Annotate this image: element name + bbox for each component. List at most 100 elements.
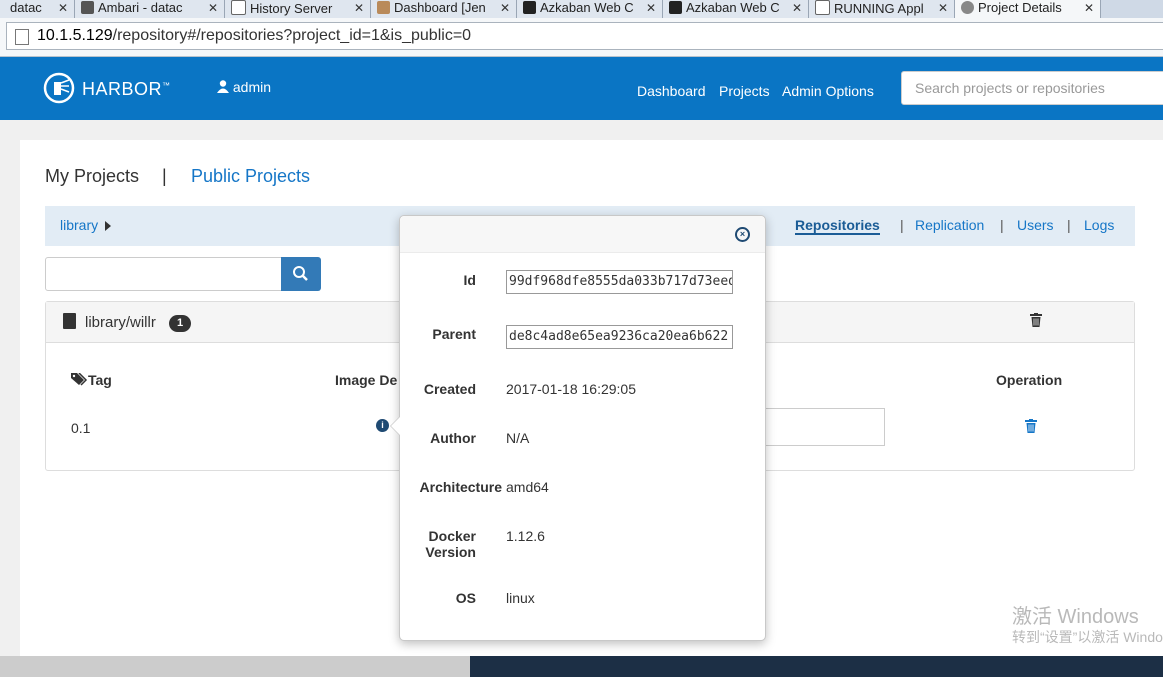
- harbor-navbar: HARBOR™ admin Dashboard Projects Admin O…: [0, 57, 1163, 120]
- column-tag: Tag: [71, 372, 112, 388]
- search-icon: [293, 266, 308, 281]
- nav-dashboard[interactable]: Dashboard: [637, 83, 706, 99]
- tab-title: Dashboard [Jen: [394, 0, 486, 15]
- id-label: Id: [463, 272, 476, 288]
- tag-count-badge: 1: [169, 315, 191, 332]
- image-details-popover: × Id 99df968dfe8555da033b717d73eed Paren…: [390, 215, 766, 641]
- nav-admin-options[interactable]: Admin Options: [782, 83, 874, 99]
- tag-value: 0.1: [71, 420, 91, 436]
- breadcrumb-project[interactable]: library: [60, 217, 98, 233]
- tags-icon: [71, 372, 88, 386]
- tab-logs[interactable]: Logs: [1084, 217, 1114, 233]
- url-path: /repository#/repositories?project_id=1&i…: [112, 27, 472, 44]
- close-icon[interactable]: ✕: [58, 0, 68, 16]
- docker-label-line2: Version: [425, 544, 476, 560]
- page-icon: [231, 0, 246, 15]
- windows-watermark-subtitle: 转到“设置”以激活 Windows。: [1012, 629, 1163, 645]
- tab-title: History Server: [250, 1, 333, 16]
- browser-tab[interactable]: datac ✕: [0, 0, 75, 18]
- harbor-tab-icon: [961, 1, 974, 14]
- address-bar[interactable]: 10.1.5.129/repository#/repositories?proj…: [6, 22, 1163, 50]
- nav-projects[interactable]: Projects: [719, 83, 770, 99]
- column-tag-label: Tag: [88, 372, 112, 388]
- search-placeholder: Search projects or repositories: [915, 80, 1105, 96]
- tab-title: datac: [10, 0, 42, 15]
- column-operation: Operation: [996, 372, 1063, 388]
- page-icon: [815, 0, 830, 15]
- close-icon[interactable]: ×: [735, 227, 750, 242]
- repository-name[interactable]: library/willr: [85, 314, 156, 331]
- user-icon: [217, 80, 229, 93]
- url-host: 10.1.5.129: [37, 27, 113, 44]
- tab-title: Azkaban Web C: [540, 0, 634, 15]
- harbor-logo-icon[interactable]: [43, 72, 75, 104]
- tab-separator: |: [1000, 217, 1004, 233]
- close-icon[interactable]: ✕: [792, 0, 802, 16]
- browser-tab-active[interactable]: Project Details ✕: [955, 0, 1101, 18]
- tab-users[interactable]: Users: [1017, 217, 1054, 233]
- browser-tab[interactable]: Dashboard [Jen ✕: [371, 0, 517, 18]
- tab-replication[interactable]: Replication: [915, 217, 984, 233]
- browser-tab[interactable]: Azkaban Web C ✕: [663, 0, 809, 18]
- jenkins-icon: [377, 1, 390, 14]
- browser-tab[interactable]: History Server ✕: [225, 0, 371, 18]
- created-value: 2017-01-18 16:29:05: [506, 381, 636, 397]
- popover-header: ×: [400, 216, 765, 253]
- architecture-label: Architecture: [419, 479, 502, 495]
- tab-public-projects[interactable]: Public Projects: [191, 166, 310, 187]
- azkaban-icon: [523, 1, 536, 14]
- os-label: OS: [455, 590, 476, 606]
- docker-label-line1: Docker: [428, 528, 476, 544]
- global-search-input[interactable]: Search projects or repositories: [901, 71, 1163, 105]
- azkaban-icon: [669, 1, 682, 14]
- author-value: N/A: [506, 430, 530, 446]
- tab-separator: |: [1067, 217, 1071, 233]
- caret-right-icon[interactable]: [105, 221, 111, 231]
- tab-separator: |: [162, 166, 167, 186]
- column-image-details: Image De: [335, 372, 398, 388]
- parent-label: Parent: [432, 326, 476, 342]
- taskbar-region: [0, 656, 470, 677]
- info-icon[interactable]: i: [376, 419, 389, 432]
- url-text: 10.1.5.129/repository#/repositories?proj…: [37, 27, 471, 45]
- trash-icon[interactable]: [1030, 313, 1042, 327]
- id-field[interactable]: 99df968dfe8555da033b717d73eed: [506, 270, 733, 294]
- delete-tag-icon[interactable]: [1025, 419, 1037, 433]
- user-menu[interactable]: admin: [217, 79, 271, 95]
- username: admin: [232, 79, 272, 95]
- close-icon[interactable]: ✕: [500, 0, 510, 16]
- brand-name: HARBOR™: [82, 79, 171, 100]
- tab-repositories[interactable]: Repositories: [795, 217, 880, 235]
- windows-watermark-title: 激活 Windows: [1012, 606, 1139, 628]
- brand-text: HARBOR: [82, 79, 163, 99]
- brand-trademark: ™: [162, 81, 171, 90]
- tab-my-projects[interactable]: My Projects: [45, 166, 139, 187]
- tab-title: Ambari - datac: [98, 0, 183, 15]
- browser-tab[interactable]: Ambari - datac ✕: [75, 0, 225, 18]
- tab-separator: |: [900, 217, 904, 233]
- tab-title: Project Details: [978, 0, 1062, 15]
- search-button[interactable]: [281, 257, 321, 291]
- author-label: Author: [430, 430, 476, 446]
- taskbar: [0, 656, 1163, 677]
- page-icon: [15, 29, 29, 45]
- tab-title: RUNNING Appl: [834, 1, 924, 16]
- close-icon[interactable]: ✕: [646, 0, 656, 16]
- created-label: Created: [423, 381, 476, 397]
- browser-tab[interactable]: RUNNING Appl ✕: [809, 0, 955, 18]
- browser-tab[interactable]: Azkaban Web C ✕: [517, 0, 663, 18]
- architecture-value: amd64: [506, 479, 549, 495]
- tab-title: Azkaban Web C: [686, 0, 780, 15]
- os-value: linux: [506, 590, 535, 606]
- close-icon[interactable]: ✕: [354, 0, 364, 16]
- close-icon[interactable]: ✕: [938, 0, 948, 16]
- ambari-icon: [81, 1, 94, 14]
- parent-field[interactable]: de8c4ad8e65ea9236ca20ea6b622: [506, 325, 733, 349]
- close-icon[interactable]: ✕: [1084, 0, 1094, 16]
- browser-tab-strip: datac ✕ Ambari - datac ✕ History Server ✕ D…: [0, 0, 1163, 18]
- docker-version-value: 1.12.6: [506, 528, 545, 544]
- book-icon: [63, 313, 76, 329]
- close-icon[interactable]: ✕: [208, 0, 218, 16]
- repository-search-input[interactable]: [45, 257, 282, 291]
- pull-command-field[interactable]: [763, 408, 885, 446]
